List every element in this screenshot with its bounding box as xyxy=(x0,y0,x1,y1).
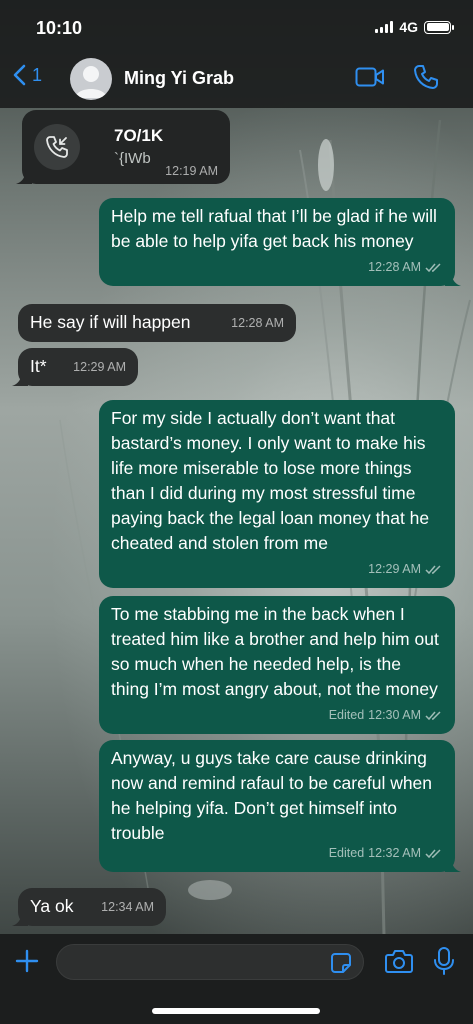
message-time: 12:29 AM xyxy=(368,562,421,576)
double-check-icon xyxy=(425,564,441,574)
edited-label: Edited xyxy=(328,708,365,722)
message-time: 12:28 AM xyxy=(231,316,284,330)
message-time: 12:32 AM xyxy=(368,846,421,860)
video-call-icon[interactable] xyxy=(355,66,385,88)
plus-icon[interactable] xyxy=(14,948,40,974)
back-button[interactable]: 1 xyxy=(12,64,42,86)
status-time: 10:10 xyxy=(36,18,83,38)
bubble-tail xyxy=(12,912,28,926)
message-time: 12:34 AM xyxy=(101,900,154,914)
bubble-tail xyxy=(445,272,461,286)
camera-icon[interactable] xyxy=(384,948,414,974)
contact-name[interactable]: Ming Yi Grab xyxy=(124,68,234,89)
edited-label: Edited xyxy=(328,846,365,860)
bubble-tail xyxy=(445,858,461,872)
message-bubble-incoming[interactable]: It* 12:29 AM xyxy=(12,348,138,386)
message-bubble-incoming[interactable]: He say if will happen 12:28 AM xyxy=(18,304,296,342)
message-bubble-outgoing[interactable]: Help me tell rafual that I’ll be glad if… xyxy=(99,198,461,286)
message-time: 12:29 AM xyxy=(73,360,126,374)
call-icon-circle xyxy=(34,124,80,170)
message-time: 12:28 AM xyxy=(368,260,421,274)
avatar[interactable] xyxy=(70,58,112,100)
message-bubble-outgoing[interactable]: To me stabbing me in the back when I tre… xyxy=(99,596,455,734)
phone-icon[interactable] xyxy=(413,64,439,90)
bubble-tail xyxy=(16,170,32,184)
missed-call-bubble[interactable]: 7O/1K `{IWb 12:19 AM xyxy=(16,110,230,184)
message-time: 12:30 AM xyxy=(368,708,421,722)
message-meta: 12:29 AM xyxy=(364,557,443,582)
message-input[interactable] xyxy=(56,944,364,980)
sticker-icon[interactable] xyxy=(329,951,353,975)
message-meta: 12:28 AM xyxy=(231,311,284,336)
chat-header: 10:10 4G 1 Ming Yi Grab xyxy=(0,0,473,108)
message-text: Help me tell rafual that I’ll be glad if… xyxy=(111,206,437,251)
home-indicator xyxy=(152,1008,320,1014)
message-bubble-incoming[interactable]: Ya ok 12:34 AM xyxy=(12,888,166,926)
battery-icon xyxy=(424,20,454,34)
message-meta: 12:34 AM xyxy=(101,895,154,920)
message-bubble-outgoing[interactable]: For my side I actually don’t want that b… xyxy=(99,400,455,588)
call-title: 7O/1K xyxy=(114,126,164,145)
call-subtitle: `{IWb xyxy=(114,150,151,167)
double-check-icon xyxy=(425,262,441,272)
unread-count: 1 xyxy=(32,64,43,85)
microphone-icon[interactable] xyxy=(432,946,456,976)
double-check-icon xyxy=(425,710,441,720)
message-text: For my side I actually don’t want that b… xyxy=(111,408,430,553)
message-bubble-outgoing[interactable]: Anyway, u guys take care cause drinking … xyxy=(99,740,461,872)
double-check-icon xyxy=(425,848,441,858)
message-meta: 12:28 AM xyxy=(364,255,443,280)
bubble-tail xyxy=(12,372,28,386)
status-indicators: 4G xyxy=(375,19,454,35)
message-meta: Edited 12:30 AM xyxy=(329,703,443,728)
network-type: 4G xyxy=(399,19,418,35)
message-time: 12:19 AM xyxy=(165,164,218,178)
message-text: To me stabbing me in the back when I tre… xyxy=(111,604,439,699)
message-meta: 12:29 AM xyxy=(73,355,126,380)
message-meta: Edited 12:32 AM xyxy=(329,841,443,866)
person-icon xyxy=(75,66,107,98)
incoming-call-icon xyxy=(46,136,68,158)
signal-icon xyxy=(375,21,394,33)
composer-bar xyxy=(0,934,473,1024)
message-text: Anyway, u guys take care cause drinking … xyxy=(111,748,433,843)
chevron-left-icon xyxy=(13,64,26,86)
